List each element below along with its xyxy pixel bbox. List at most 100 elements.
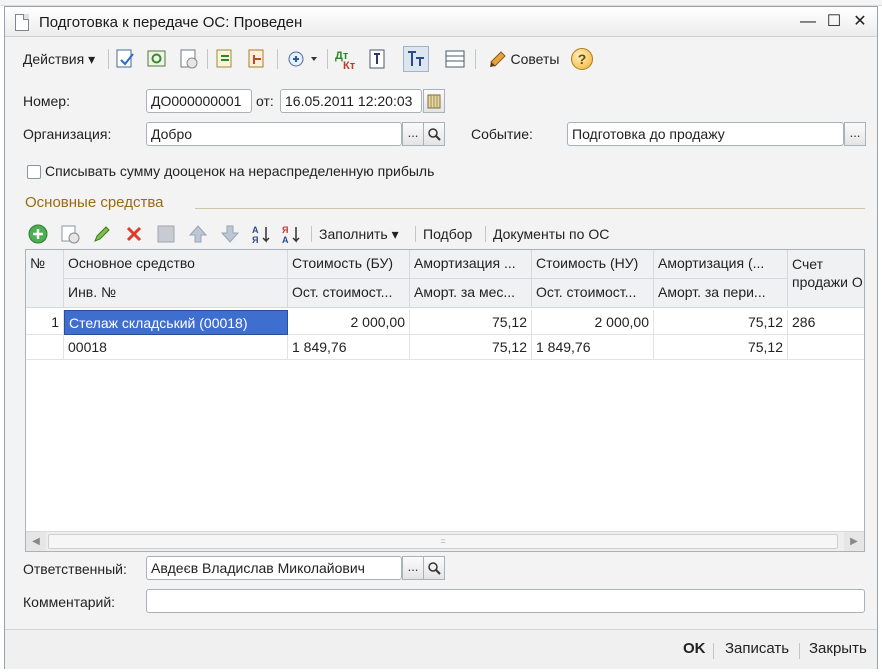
repost-icon[interactable]: [145, 46, 169, 72]
advice-label: Советы: [510, 51, 560, 67]
main-toolbar: Действия ▾ Дт Кт Советы ?: [5, 43, 877, 75]
revaluation-checkbox-label: Списывать сумму дооценок на нераспределе…: [45, 163, 435, 179]
column-header-number[interactable]: №: [26, 250, 64, 308]
section-divider: [195, 208, 865, 209]
table-cell-amort-nu[interactable]: 75,12: [654, 310, 788, 335]
scroll-thumb-grip: =: [440, 536, 446, 546]
column-header-sale-label: продажи О: [792, 274, 863, 290]
responsible-field[interactable]: Авдеєв Владислав Миколайович: [146, 556, 402, 580]
column-header-amort-month[interactable]: Аморт. за мес...: [410, 279, 532, 308]
calendar-button[interactable]: [423, 89, 445, 113]
scroll-thumb[interactable]: =: [48, 534, 838, 549]
movements-icon[interactable]: [213, 46, 237, 72]
organization-select-button[interactable]: ...: [402, 122, 424, 146]
number-label: Номер:: [23, 93, 70, 109]
number-field[interactable]: ДО000000001: [146, 89, 252, 113]
column-header-residual-bu[interactable]: Ост. стоимост...: [288, 279, 410, 308]
ok-button[interactable]: OK: [683, 640, 706, 657]
horizontal-scrollbar[interactable]: ◀ = ▶: [26, 531, 864, 551]
document-window: Подготовка к передаче ОС: Проведен — ☐ ✕…: [4, 6, 878, 669]
structure-icon[interactable]: [245, 46, 269, 72]
svg-text:А: А: [252, 225, 259, 235]
asset-documents-button[interactable]: Документы по ОС: [493, 221, 609, 247]
copy-row-icon[interactable]: [59, 221, 81, 247]
table-cell-residual-bu[interactable]: 1 849,76: [288, 335, 410, 360]
actions-menu-button[interactable]: Действия ▾: [13, 46, 105, 72]
organization-field[interactable]: Добро: [146, 122, 402, 146]
help-button[interactable]: ?: [571, 46, 593, 72]
table-cell-amort-period[interactable]: 75,12: [654, 335, 788, 360]
column-header-cost-nu[interactable]: Стоимость (НУ): [532, 250, 654, 279]
calendar-icon: [427, 94, 441, 109]
move-up-icon[interactable]: [187, 221, 209, 247]
table-row-number-empty[interactable]: [26, 335, 64, 360]
table-cell-cost-bu[interactable]: 2 000,00: [288, 310, 410, 335]
table-toolbar: АЯ ЯА Заполнить ▾ Подбор Документы по ОС: [25, 219, 865, 249]
scroll-right-button[interactable]: ▶: [844, 532, 864, 551]
event-field[interactable]: Подготовка до продажу: [567, 122, 844, 146]
column-header-amort-bu[interactable]: Амортизация ...: [410, 250, 532, 279]
table-cell-residual-nu[interactable]: 1 849,76: [532, 335, 654, 360]
table-cell-inventory-number[interactable]: 00018: [64, 335, 288, 360]
svg-text:А: А: [282, 235, 289, 245]
table-cell-sale-account[interactable]: 286: [788, 310, 864, 335]
date-field[interactable]: 16.05.2011 12:20:03: [280, 89, 422, 113]
toolbar-separator: [475, 49, 476, 69]
minimize-button[interactable]: —: [797, 12, 819, 32]
column-header-asset[interactable]: Основное средство: [64, 250, 288, 279]
organization-search-button[interactable]: [423, 122, 445, 146]
add-row-icon[interactable]: [27, 221, 49, 247]
comment-label: Комментарий:: [23, 594, 116, 610]
column-header-amort-nu[interactable]: Амортизация (...: [654, 250, 788, 279]
table-cell-cost-nu[interactable]: 2 000,00: [532, 310, 654, 335]
based-on-menu-icon[interactable]: [283, 46, 323, 72]
maximize-button[interactable]: ☐: [823, 12, 845, 32]
print-form-icon[interactable]: [365, 46, 389, 72]
pick-button[interactable]: Подбор: [423, 221, 472, 247]
scroll-left-button[interactable]: ◀: [26, 532, 46, 551]
toolbar-separator: [108, 49, 109, 69]
table-cell-amort-bu[interactable]: 75,12: [410, 310, 532, 335]
toolbar-separator: [485, 226, 486, 242]
organization-label: Организация:: [23, 126, 112, 142]
save-button[interactable]: Записать: [725, 640, 789, 657]
table-cell-empty[interactable]: [788, 335, 864, 360]
show-headers-toggle-icon[interactable]: [403, 46, 429, 72]
event-select-button[interactable]: ...: [844, 122, 866, 146]
bottom-command-bar: OK Записать Закрыть: [5, 629, 877, 669]
column-header-inventory-number[interactable]: Инв. №: [64, 279, 288, 308]
move-down-icon[interactable]: [219, 221, 241, 247]
close-window-button[interactable]: ✕: [849, 12, 871, 32]
sort-ascending-icon[interactable]: АЯ: [251, 221, 273, 247]
column-header-account-label: Счет: [792, 256, 823, 272]
responsible-select-button[interactable]: ...: [402, 556, 424, 580]
debit-credit-icon[interactable]: Дт Кт: [333, 46, 357, 72]
unpost-icon[interactable]: [177, 46, 201, 72]
list-view-icon[interactable]: [443, 46, 467, 72]
comment-field[interactable]: [146, 589, 865, 613]
post-and-close-icon[interactable]: [113, 46, 137, 72]
sort-descending-icon[interactable]: ЯА: [281, 221, 303, 247]
responsible-search-button[interactable]: [423, 556, 445, 580]
delete-row-icon[interactable]: [123, 221, 145, 247]
toolbar-separator: [327, 49, 328, 69]
close-button[interactable]: Закрыть: [809, 640, 867, 657]
revaluation-checkbox[interactable]: [27, 165, 41, 179]
event-label: Событие:: [471, 126, 533, 142]
title-bar: Подготовка к передаче ОС: Проведен — ☐ ✕: [5, 7, 877, 37]
column-header-residual-nu[interactable]: Ост. стоимост...: [532, 279, 654, 308]
edit-row-icon[interactable]: [91, 221, 113, 247]
document-icon: [15, 14, 29, 31]
column-header-cost-bu[interactable]: Стоимость (БУ): [288, 250, 410, 279]
advice-button[interactable]: Советы: [483, 46, 563, 72]
table-cell-amort-month[interactable]: 75,12: [410, 335, 532, 360]
table-row-number[interactable]: 1: [26, 310, 64, 335]
toolbar-separator: [311, 226, 312, 242]
column-header-sale-account[interactable]: Счет продажи О: [788, 250, 864, 308]
fill-menu-button[interactable]: Заполнить ▾: [319, 221, 399, 247]
end-edit-icon[interactable]: [155, 221, 177, 247]
section-title: Основные средства: [25, 194, 164, 211]
table-cell-asset-selected[interactable]: Стелаж складський (00018): [64, 310, 288, 335]
toolbar-separator: [207, 49, 208, 69]
column-header-amort-period[interactable]: Аморт. за пери...: [654, 279, 788, 308]
